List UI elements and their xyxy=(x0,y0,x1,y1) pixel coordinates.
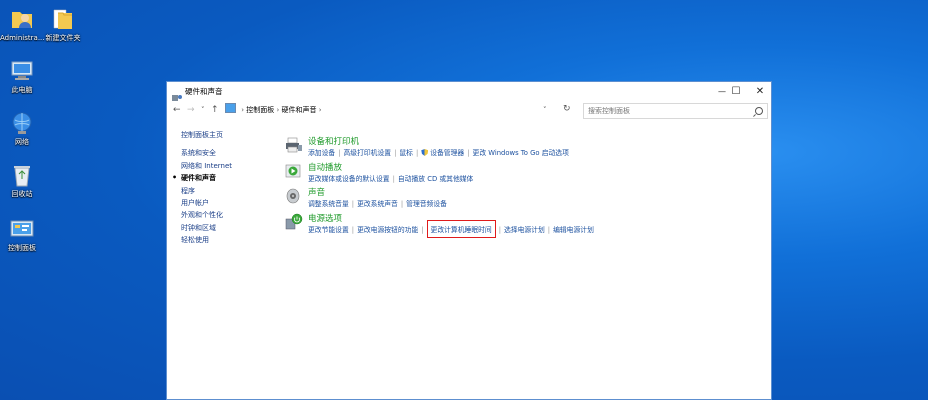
uac-shield-icon xyxy=(421,149,429,156)
breadcrumb-separator-icon: › xyxy=(318,106,322,114)
control-panel-icon xyxy=(225,103,236,113)
category-links: 更改媒体或设备的默认设置 | 自动播放 CD 或其他媒体 xyxy=(308,173,474,183)
address-input[interactable]: › 控制面板 › 硬件和声音 › xyxy=(225,103,555,119)
computer-icon xyxy=(9,58,35,84)
link-power-button-function[interactable]: 更改电源按钮的功能 xyxy=(357,224,418,234)
link-choose-power-plan[interactable]: 选择电源计划 xyxy=(504,224,545,234)
category-title[interactable]: 设备和打印机 xyxy=(308,135,359,147)
desktop-icon-label: Administra... xyxy=(0,34,45,42)
recent-locations-button[interactable]: ˅ xyxy=(201,106,205,114)
link-manage-audio-devices[interactable]: 管理音频设备 xyxy=(406,198,447,208)
printer-icon xyxy=(285,136,303,154)
link-autoplay-cd[interactable]: 自动播放 CD 或其他媒体 xyxy=(398,173,473,183)
title-bar[interactable]: 硬件和声音 — ☐ ✕ xyxy=(167,82,771,101)
power-icon xyxy=(285,213,303,231)
desktop-icon-control-panel[interactable]: 控制面板 xyxy=(0,216,44,253)
link-edit-power-plan[interactable]: 编辑电源计划 xyxy=(553,224,594,234)
category-title[interactable]: 声音 xyxy=(308,186,325,198)
link-change-power-saving[interactable]: 更改节能设置 xyxy=(308,224,349,234)
address-bar: ← → ˅ ↑ › 控制面板 › 硬件和声音 › ˅ ↻ 搜索控制面板 xyxy=(167,101,771,121)
link-windows-to-go[interactable]: 更改 Windows To Go 启动选项 xyxy=(473,147,569,157)
desktop-icon-recycle-bin[interactable]: 回收站 xyxy=(0,162,44,199)
nav-appearance[interactable]: 外观和个性化 xyxy=(181,209,232,221)
link-adjust-volume[interactable]: 调整系统音量 xyxy=(308,198,349,208)
link-mouse[interactable]: 鼠标 xyxy=(399,147,413,157)
nav-network-internet[interactable]: 网络和 Internet xyxy=(181,160,232,172)
search-placeholder: 搜索控制面板 xyxy=(588,107,630,115)
desktop-icon-new-folder[interactable]: 新建文件夹 xyxy=(41,6,85,43)
close-button[interactable]: ✕ xyxy=(747,82,773,101)
nav-ease-of-access[interactable]: 轻松使用 xyxy=(181,234,232,246)
desktop-icon-label: 控制面板 xyxy=(8,244,36,252)
nav-control-panel-home[interactable]: 控制面板主页 xyxy=(181,129,232,141)
desktop-icon-administrator[interactable]: Administra... xyxy=(0,6,45,43)
nav-system-security[interactable]: 系统和安全 xyxy=(181,147,232,159)
search-icon xyxy=(755,107,763,115)
desktop-icon-label: 此电脑 xyxy=(11,86,33,94)
desktop-icon-label: 网络 xyxy=(15,138,29,146)
desktop-icon-label: 回收站 xyxy=(11,190,33,198)
nav-programs[interactable]: 程序 xyxy=(181,185,232,197)
forward-button[interactable]: → xyxy=(187,105,195,115)
refresh-icon[interactable]: ↻ xyxy=(563,104,571,114)
breadcrumb-hardware-sound[interactable]: 硬件和声音 xyxy=(282,106,317,114)
desktop-icon-network[interactable]: 网络 xyxy=(0,110,44,147)
nav-hardware-sound[interactable]: 硬件和声音 xyxy=(172,172,232,185)
maximize-button[interactable]: ☐ xyxy=(723,82,749,101)
window-title: 硬件和声音 xyxy=(185,87,223,96)
recycle-bin-icon xyxy=(9,162,35,188)
folder-icon xyxy=(50,6,76,32)
left-navigation: 控制面板主页 系统和安全 网络和 Internet 硬件和声音 程序 用户帐户 … xyxy=(172,129,232,247)
nav-clock-region[interactable]: 时钟和区域 xyxy=(181,222,232,234)
category-title[interactable]: 自动播放 xyxy=(308,161,342,173)
control-panel-icon xyxy=(9,216,35,242)
desktop-icon-label: 新建文件夹 xyxy=(45,34,81,42)
link-add-device[interactable]: 添加设备 xyxy=(308,147,335,157)
breadcrumb-control-panel[interactable]: 控制面板 xyxy=(246,106,274,114)
category-links: 调整系统音量 | 更改系统声音 | 管理音频设备 xyxy=(308,198,447,208)
nav-user-accounts[interactable]: 用户帐户 xyxy=(181,197,232,209)
category-links: 添加设备 | 高级打印机设置 | 鼠标 | 设备管理器 | 更改 Windows To Go 启… xyxy=(308,147,569,157)
link-change-sleep-time[interactable]: 更改计算机睡眠时间 xyxy=(426,220,496,238)
desktop-icon-this-pc[interactable]: 此电脑 xyxy=(0,58,44,95)
category-links: 更改节能设置 | 更改电源按钮的功能 | 更改计算机睡眠时间 | 选择电源计划 | 编辑电源计划 xyxy=(308,220,594,238)
link-advanced-printer-setup[interactable]: 高级打印机设置 xyxy=(343,147,391,157)
network-icon xyxy=(9,110,35,136)
speaker-icon xyxy=(285,187,303,205)
autoplay-icon xyxy=(285,162,303,180)
hardware-sound-icon xyxy=(172,87,182,101)
link-change-system-sounds[interactable]: 更改系统声音 xyxy=(357,198,398,208)
user-folder-icon xyxy=(9,6,35,32)
search-input[interactable]: 搜索控制面板 xyxy=(583,103,768,119)
category-title[interactable]: 电源选项 xyxy=(308,212,342,224)
link-change-media-defaults[interactable]: 更改媒体或设备的默认设置 xyxy=(308,173,390,183)
link-device-manager[interactable]: 设备管理器 xyxy=(430,147,464,157)
control-panel-window: 硬件和声音 — ☐ ✕ ← → ˅ ↑ › 控制面板 › 硬件和声音 › ˅ ↻… xyxy=(166,81,772,400)
up-button[interactable]: ↑ xyxy=(211,105,219,115)
back-button[interactable]: ← xyxy=(173,105,181,115)
address-dropdown-icon[interactable]: ˅ xyxy=(543,106,547,114)
